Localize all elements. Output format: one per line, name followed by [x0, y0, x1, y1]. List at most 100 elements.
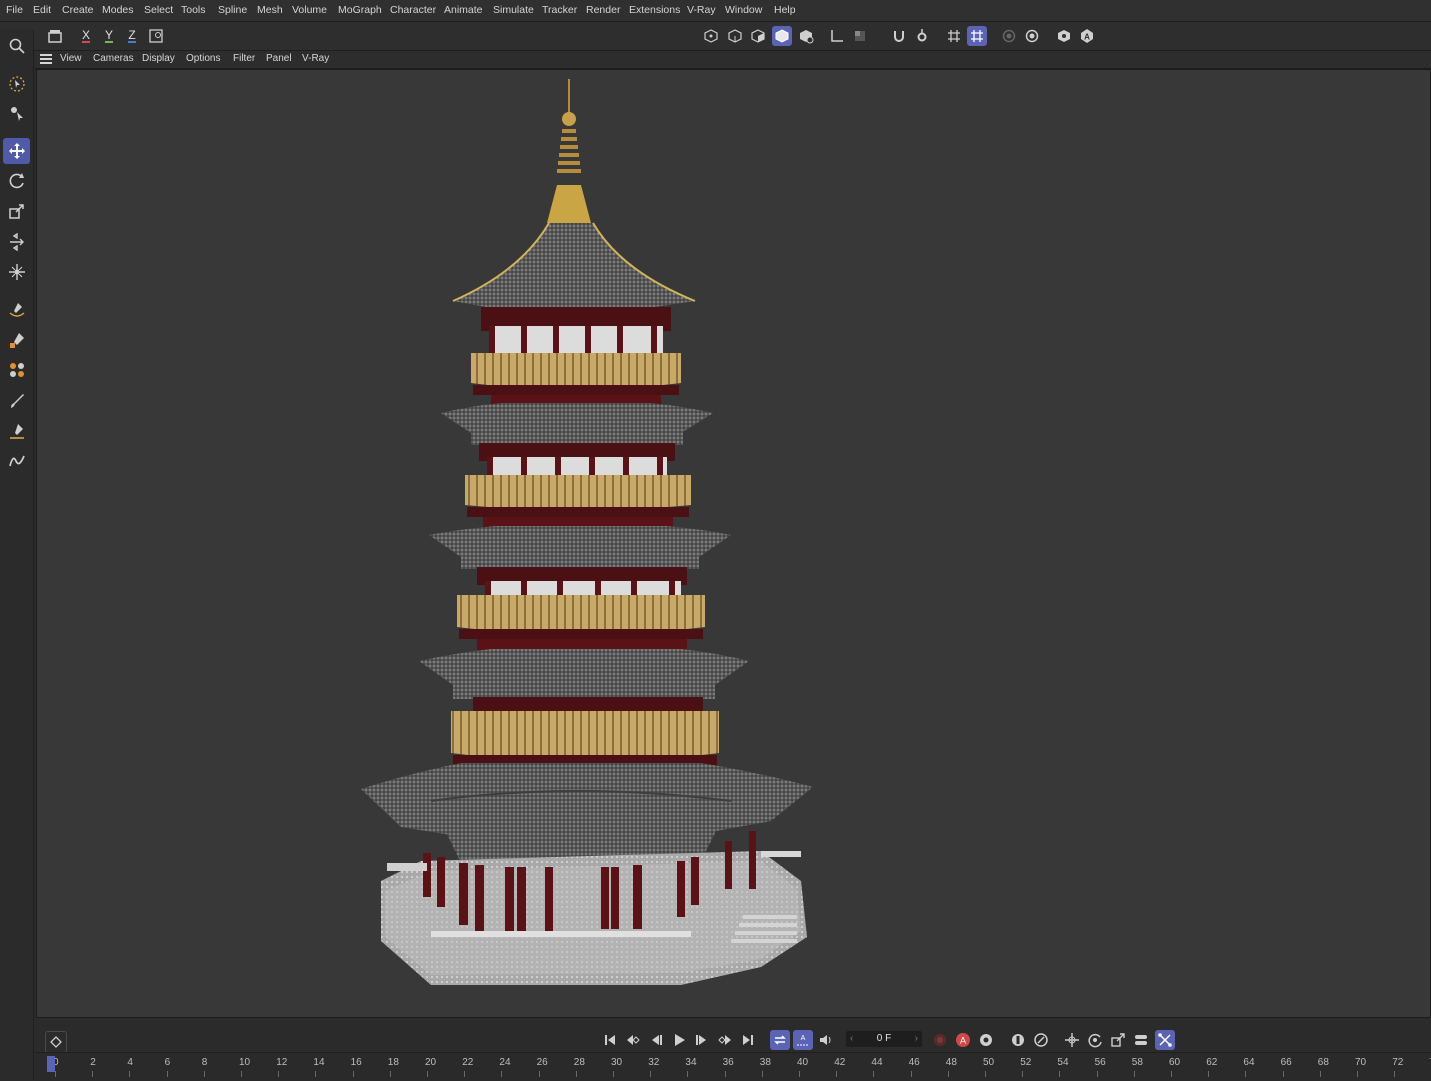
- scale-key-icon[interactable]: [1108, 1030, 1128, 1050]
- tweak-icon[interactable]: [3, 100, 30, 126]
- texture-mode-icon[interactable]: [850, 26, 870, 46]
- menu-tracker[interactable]: Tracker: [542, 4, 577, 16]
- viewport-menu-panel[interactable]: Panel: [266, 53, 292, 64]
- menu-tools[interactable]: Tools: [181, 4, 206, 16]
- menu-mograph[interactable]: MoGraph: [338, 4, 382, 16]
- menu-mesh[interactable]: Mesh: [257, 4, 283, 16]
- menu-file[interactable]: File: [6, 4, 23, 16]
- snap-settings-icon[interactable]: [912, 26, 932, 46]
- ruler-tick: [613, 1071, 614, 1077]
- scale-icon[interactable]: [3, 198, 30, 224]
- position-key-icon[interactable]: [1008, 1030, 1028, 1050]
- autokey-icon[interactable]: A: [953, 1030, 973, 1050]
- menu-render[interactable]: Render: [586, 4, 620, 16]
- current-frame-value: 0 F: [876, 1033, 892, 1044]
- rotate-key-icon[interactable]: [1085, 1030, 1105, 1050]
- menu-animate[interactable]: Animate: [444, 4, 483, 16]
- frame-increment-icon[interactable]: ›: [915, 1031, 918, 1047]
- polygons-mode-icon[interactable]: [772, 26, 792, 46]
- menu-help[interactable]: Help: [774, 4, 796, 16]
- menu-v-ray[interactable]: V-Ray: [687, 4, 716, 16]
- keyframe-selection-icon[interactable]: [976, 1030, 996, 1050]
- next-frame-icon[interactable]: [692, 1030, 712, 1050]
- menu-volume[interactable]: Volume: [292, 4, 327, 16]
- grid-icon[interactable]: [944, 26, 964, 46]
- keyframe-diamond-icon[interactable]: [45, 1031, 67, 1053]
- coordinate-system-icon[interactable]: [146, 26, 166, 46]
- menu-simulate[interactable]: Simulate: [493, 4, 534, 16]
- snap-move-icon[interactable]: [3, 259, 30, 285]
- play-icon[interactable]: [669, 1030, 689, 1050]
- menu-window[interactable]: Window: [725, 4, 762, 16]
- ruler-label: 56: [1094, 1057, 1106, 1068]
- y-axis-lock-button[interactable]: Y: [99, 26, 119, 46]
- vray-icon[interactable]: A: [1077, 26, 1097, 46]
- ruler-tick: [724, 1071, 726, 1077]
- time-ruler[interactable]: 0 2 4 6 8 10 12 14 16 18 20 22 24 26 28 30 32 34 36 38 40 42 4…: [35, 1052, 1431, 1081]
- ruler-tick: [1059, 1071, 1061, 1077]
- rotation-key-icon[interactable]: [1031, 1030, 1051, 1050]
- rotate-icon[interactable]: [3, 168, 30, 194]
- live-selection-icon[interactable]: [3, 71, 30, 97]
- edges-mode-icon[interactable]: [748, 26, 768, 46]
- menu-modes[interactable]: Modes: [102, 4, 134, 16]
- previous-key-icon[interactable]: [623, 1030, 643, 1050]
- viewport-menu-filter[interactable]: Filter: [233, 53, 255, 64]
- search-icon[interactable]: [3, 33, 30, 59]
- render-view-icon[interactable]: [1054, 26, 1074, 46]
- go-to-start-icon[interactable]: [600, 1030, 620, 1050]
- menu-character[interactable]: Character: [390, 4, 436, 16]
- ruler-label: 36: [722, 1057, 734, 1068]
- record-active-icon[interactable]: [930, 1030, 950, 1050]
- menu-extensions[interactable]: Extensions: [629, 4, 680, 16]
- move-key-icon[interactable]: [1062, 1030, 1082, 1050]
- solo-settings-icon[interactable]: [1022, 26, 1042, 46]
- viewport-menu-view[interactable]: View: [60, 53, 82, 64]
- go-to-end-icon[interactable]: [738, 1030, 758, 1050]
- model-mode-icon[interactable]: [701, 26, 721, 46]
- sketch-icon[interactable]: [3, 448, 30, 474]
- loop-icon[interactable]: [770, 1030, 790, 1050]
- ruler-tick: [203, 1071, 205, 1077]
- undo-box-icon[interactable]: [45, 26, 65, 46]
- move-icon[interactable]: [3, 138, 30, 164]
- snap-magnet-icon[interactable]: [889, 26, 909, 46]
- menu-edit[interactable]: Edit: [33, 4, 51, 16]
- playback-mode-icon[interactable]: A: [793, 1030, 813, 1050]
- sound-icon[interactable]: [816, 1030, 836, 1050]
- pen-icon[interactable]: [3, 327, 30, 353]
- viewport-menu-options[interactable]: Options: [186, 53, 220, 64]
- solo-icon[interactable]: [999, 26, 1019, 46]
- axis-mode-icon[interactable]: [827, 26, 847, 46]
- viewport-hamburger-icon[interactable]: [40, 54, 52, 65]
- current-frame-field[interactable]: ‹ 0 F ›: [846, 1031, 922, 1047]
- viewport-menu-v-ray[interactable]: V-Ray: [302, 53, 329, 64]
- playhead[interactable]: [47, 1056, 55, 1072]
- viewport-3d[interactable]: [36, 69, 1431, 1018]
- point-level-key-icon[interactable]: [1155, 1030, 1175, 1050]
- ruler-label: 54: [1057, 1057, 1069, 1068]
- next-key-icon[interactable]: [715, 1030, 735, 1050]
- knife-icon[interactable]: [3, 418, 30, 444]
- x-axis-lock-button[interactable]: X: [76, 26, 96, 46]
- left-toolbar: [0, 30, 34, 1080]
- frame-decrement-icon[interactable]: ‹: [850, 1031, 853, 1047]
- points-mode-icon[interactable]: [725, 26, 745, 46]
- ruler-tick: [985, 1071, 986, 1077]
- brush-icon[interactable]: [3, 388, 30, 414]
- menu-select[interactable]: Select: [144, 4, 173, 16]
- transfer-icon[interactable]: [3, 229, 30, 255]
- menu-spline[interactable]: Spline: [218, 4, 247, 16]
- z-axis-lock-button[interactable]: Z: [122, 26, 142, 46]
- ruler-tick: [92, 1071, 94, 1077]
- menu-create[interactable]: Create: [62, 4, 94, 16]
- viewport-menu-display[interactable]: Display: [142, 53, 175, 64]
- viewport-menu-cameras[interactable]: Cameras: [93, 53, 134, 64]
- ruler-tick: [836, 1071, 838, 1077]
- uvw-mode-icon[interactable]: [796, 26, 816, 46]
- parameter-key-icon[interactable]: [1131, 1030, 1151, 1050]
- workplane-icon[interactable]: [967, 26, 987, 46]
- previous-frame-icon[interactable]: [646, 1030, 666, 1050]
- sculpt-spline-icon[interactable]: [3, 297, 30, 323]
- paint-icon[interactable]: [3, 357, 30, 383]
